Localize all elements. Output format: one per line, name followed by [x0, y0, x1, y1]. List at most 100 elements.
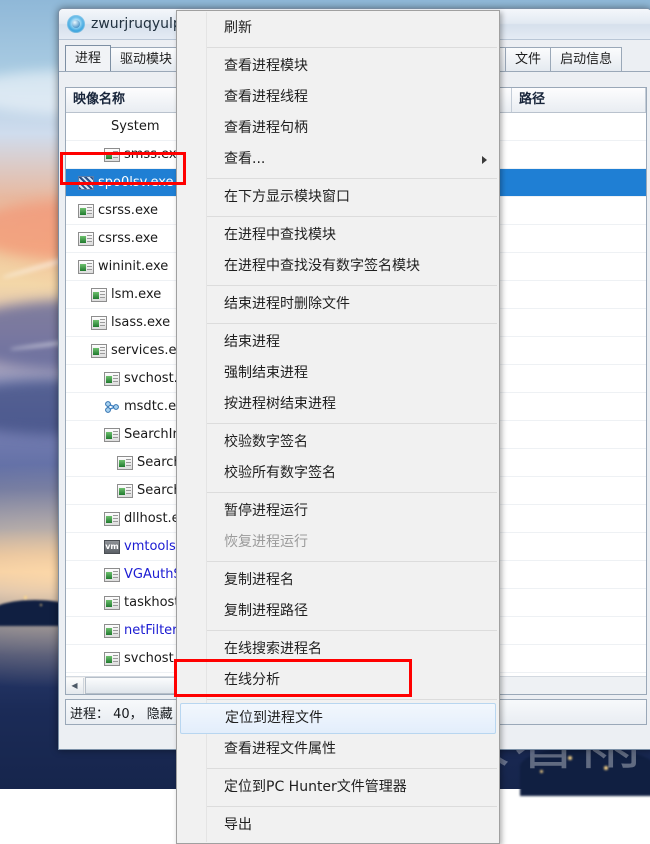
menu-item[interactable]: 暂停进程运行: [177, 496, 499, 527]
menu-item-label: 在下方显示模块窗口: [224, 189, 350, 205]
process-name: csrss.exe: [98, 203, 159, 218]
menu-item[interactable]: 复制进程名: [177, 565, 499, 596]
process-name: svchost.: [124, 371, 178, 386]
menu-item-label: 查看进程线程: [224, 89, 308, 105]
window-app-icon: [104, 595, 120, 610]
menu-item[interactable]: 强制结束进程: [177, 358, 499, 389]
menu-item[interactable]: 导出: [177, 810, 499, 841]
column-header-path[interactable]: 路径: [512, 88, 646, 112]
window-app-icon: [78, 259, 94, 274]
menu-item-label: 按进程树结束进程: [224, 396, 336, 412]
window-app-icon: [104, 511, 120, 526]
menu-item-label: 复制进程名: [224, 572, 294, 588]
window-app-icon: [117, 483, 133, 498]
process-name: services.ex: [111, 343, 184, 358]
tab-files[interactable]: 文件: [505, 47, 552, 71]
process-name: taskhost: [124, 595, 180, 610]
process-name: msdtc.ex: [124, 399, 184, 414]
tab-processes[interactable]: 进程: [65, 45, 112, 71]
window-app-icon: [104, 623, 120, 638]
window-app-icon: [117, 455, 133, 470]
menu-item[interactable]: 在下方显示模块窗口: [177, 182, 499, 213]
menu-item-label: 查看...: [224, 151, 266, 167]
menu-item-label: 导出: [224, 817, 252, 833]
menu-item[interactable]: 查看进程线程: [177, 82, 499, 113]
tab-label: 启动信息: [560, 51, 613, 66]
tab-label: 进程: [75, 50, 102, 65]
process-context-menu[interactable]: 刷新 查看进程模块 查看进程线程 查看进程句柄 查看... 在下方显示模块窗口 在进程中查找…: [176, 10, 500, 844]
menu-item-label: 刷新: [224, 20, 252, 36]
menu-item-label: 强制结束进程: [224, 365, 308, 381]
tab-driver-modules[interactable]: 驱动模块: [110, 47, 183, 71]
menu-separator: [207, 561, 497, 562]
menu-item[interactable]: 校验所有数字签名: [177, 458, 499, 489]
menu-item[interactable]: 在进程中查找没有数字签名模块: [177, 251, 499, 282]
process-name: vmtoolsd: [124, 539, 184, 554]
menu-item-label: 在线搜索进程名: [224, 641, 322, 657]
menu-item: 恢复进程运行: [177, 527, 499, 558]
menu-item[interactable]: 结束进程时删除文件: [177, 289, 499, 320]
suspicious-process-icon: [78, 175, 94, 190]
menu-item-label: 暂停进程运行: [224, 503, 308, 519]
menu-item[interactable]: 在线搜索进程名: [177, 634, 499, 665]
process-name: Search: [137, 483, 182, 498]
menu-item[interactable]: 查看进程句柄: [177, 113, 499, 144]
menu-item-label: 校验数字签名: [224, 434, 308, 450]
process-name: lsm.exe: [111, 287, 162, 302]
pchunter-app-icon: [67, 15, 85, 33]
menu-item-label: 复制进程路径: [224, 603, 308, 619]
process-name: VGAuthS: [124, 567, 182, 582]
menu-item[interactable]: 校验数字签名: [177, 427, 499, 458]
window-title: zwurjruqyulp: [91, 16, 182, 32]
menu-item[interactable]: 结束进程: [177, 327, 499, 358]
process-name: wininit.exe: [98, 259, 169, 274]
window-app-icon: [91, 287, 107, 302]
menu-separator: [207, 216, 497, 217]
process-name: dllhost.e: [124, 511, 180, 526]
menu-item-label: 在线分析: [224, 672, 280, 688]
scroll-left-arrow[interactable]: ◀: [66, 677, 84, 694]
menu-separator: [207, 323, 497, 324]
menu-item[interactable]: 查看进程文件属性: [177, 734, 499, 765]
menu-item[interactable]: 查看进程模块: [177, 51, 499, 82]
tab-label: 驱动模块: [120, 51, 173, 66]
menu-item-label: 结束进程: [224, 334, 280, 350]
window-app-icon: [78, 203, 94, 218]
process-name: SearchIn: [124, 427, 181, 442]
menu-item-label: 在进程中查找模块: [224, 227, 336, 243]
menu-item-label: 定位到进程文件: [225, 710, 323, 726]
window-app-icon: [104, 371, 120, 386]
status-text: 进程： 40， 隐藏: [70, 706, 173, 722]
menu-item-label: 查看进程模块: [224, 58, 308, 74]
menu-separator: [207, 492, 497, 493]
window-app-icon: [78, 231, 94, 246]
menu-item[interactable]: 定位到PC Hunter文件管理器: [177, 772, 499, 803]
menu-separator: [207, 285, 497, 286]
process-name: svchost.: [124, 651, 178, 666]
process-name: System: [111, 119, 160, 134]
tab-label: 文件: [515, 51, 542, 66]
menu-item-label: 结束进程时删除文件: [224, 296, 350, 312]
menu-item[interactable]: 在线分析: [177, 665, 499, 696]
menu-separator: [207, 630, 497, 631]
menu-item[interactable]: 刷新: [177, 13, 499, 44]
process-name: spo0lsv.exe: [98, 175, 174, 190]
menu-item[interactable]: 按进程树结束进程: [177, 389, 499, 420]
menu-item[interactable]: 复制进程路径: [177, 596, 499, 627]
vmware-icon: vm: [104, 539, 120, 554]
network-nodes-icon: [104, 400, 120, 414]
process-name: csrss.exe: [98, 231, 159, 246]
window-app-icon: [104, 567, 120, 582]
menu-item-label: 恢复进程运行: [224, 534, 308, 550]
menu-item[interactable]: 在进程中查找模块: [177, 220, 499, 251]
menu-item-label: 查看进程句柄: [224, 120, 308, 136]
menu-item-label: 在进程中查找没有数字签名模块: [224, 258, 420, 274]
menu-item[interactable]: 定位到进程文件: [180, 703, 496, 734]
window-app-icon: [104, 651, 120, 666]
tab-startup-info[interactable]: 启动信息: [550, 47, 623, 71]
process-name: lsass.exe: [111, 315, 171, 330]
menu-separator: [207, 423, 497, 424]
menu-item[interactable]: 查看...: [177, 144, 499, 175]
menu-item-label: 校验所有数字签名: [224, 465, 336, 481]
menu-separator: [207, 47, 497, 48]
